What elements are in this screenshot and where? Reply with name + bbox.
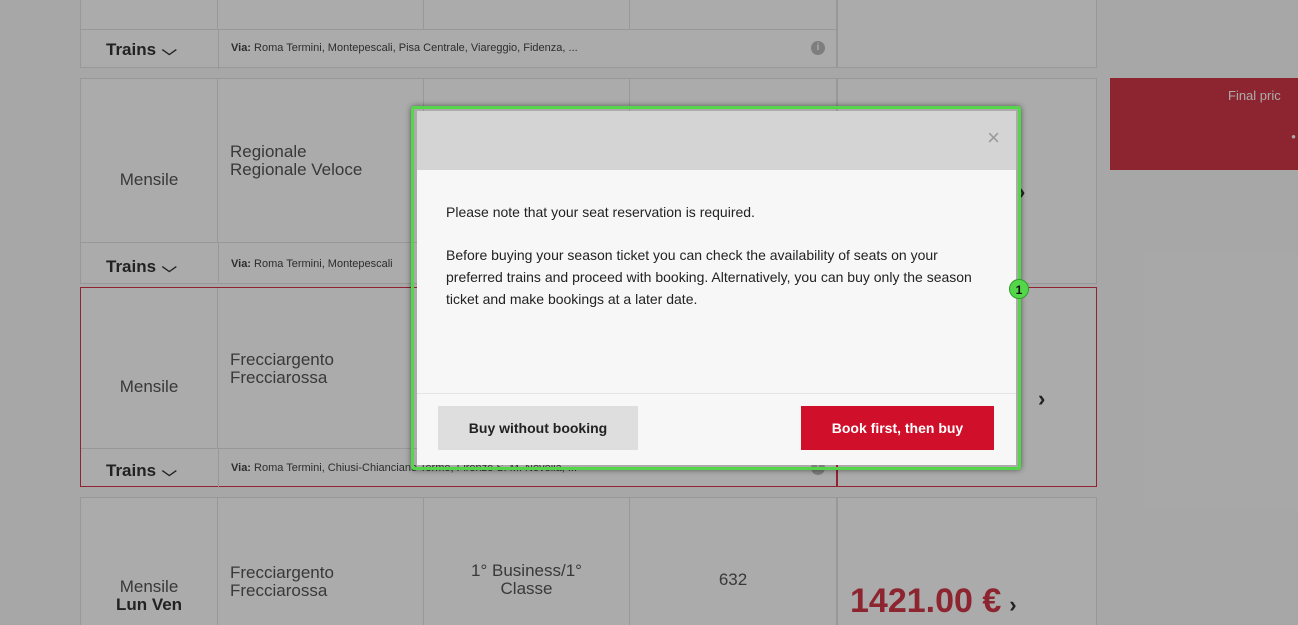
close-icon[interactable]: ×: [987, 127, 1000, 149]
book-first-button[interactable]: Book first, then buy: [801, 406, 994, 450]
modal-header: ×: [417, 111, 1016, 170]
modal-body: Please note that your seat reservation i…: [417, 170, 1016, 394]
annotation-badge: 1: [1009, 279, 1029, 299]
modal-message-1: Please note that your seat reservation i…: [446, 204, 755, 220]
seat-reservation-modal: × Please note that your seat reservation…: [417, 111, 1016, 465]
modal-message-2: Before buying your season ticket you can…: [446, 247, 972, 307]
modal-footer: Buy without booking Book first, then buy: [417, 394, 1016, 465]
buy-without-booking-button[interactable]: Buy without booking: [438, 406, 638, 450]
